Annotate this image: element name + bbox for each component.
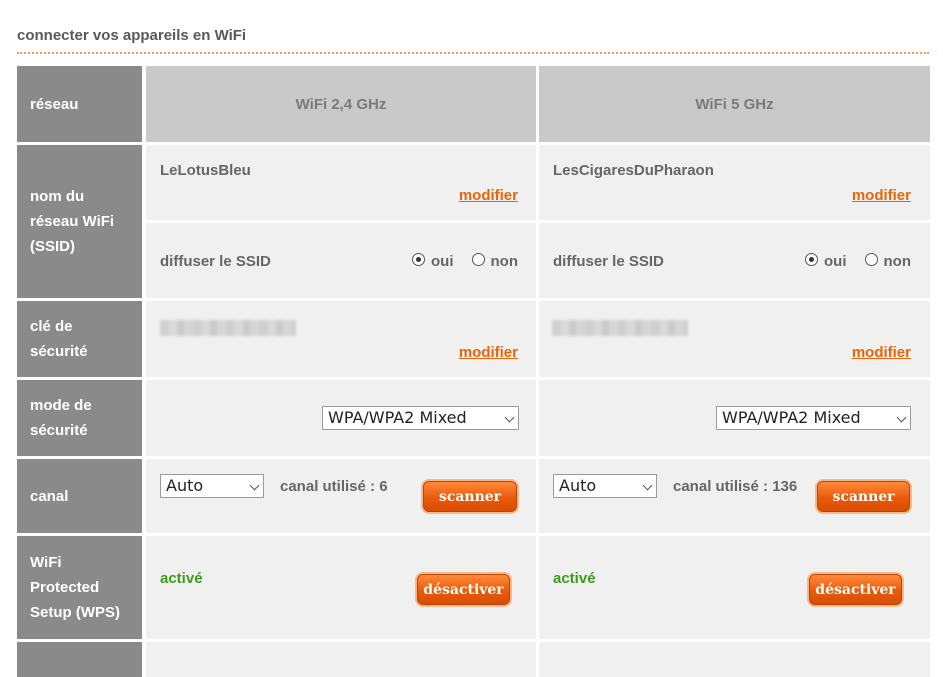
- channel-select[interactable]: Auto: [553, 474, 657, 498]
- row-header-ssid: nom du réseau WiFi (SSID): [17, 145, 142, 298]
- channel-select-value: Auto: [166, 476, 204, 495]
- broadcast-yes-label[interactable]: oui: [431, 253, 454, 270]
- channel-select[interactable]: Auto: [160, 474, 264, 498]
- broadcast-ssid-radio-group: oui non: [805, 253, 911, 270]
- channel-used-text: canal utilisé : 136: [673, 478, 798, 495]
- broadcast-ssid-radio-group: oui non: [412, 253, 518, 270]
- wps-deactivate-button[interactable]: désactiver: [417, 574, 510, 605]
- row-header-security-key: clé de sécurité: [17, 301, 142, 377]
- broadcast-ssid-label: diffuser le SSID: [160, 253, 271, 270]
- channel-cell-5ghz: Auto canal utilisé : 136 scanner: [539, 459, 930, 533]
- security-mode-select[interactable]: WPA/WPA2 Mixed: [322, 406, 519, 430]
- broadcast-yes-radio[interactable]: [805, 253, 818, 266]
- channel-select-value: Auto: [559, 476, 597, 495]
- column-header-2-4ghz: WiFi 2,4 GHz: [146, 66, 536, 142]
- broadcast-no-label[interactable]: non: [884, 253, 912, 270]
- broadcast-ssid-label: diffuser le SSID: [553, 253, 664, 270]
- ssid-name: LeLotusBleu: [160, 162, 251, 179]
- chevron-down-icon: [504, 412, 515, 423]
- security-mode-cell-5ghz: WPA/WPA2 Mixed: [539, 380, 930, 456]
- broadcast-ssid-cell-5ghz: diffuser le SSID oui non: [539, 223, 930, 298]
- row-header-channel: canal: [17, 459, 142, 533]
- broadcast-no-radio[interactable]: [471, 253, 485, 266]
- broadcast-ssid-cell-2-4ghz: diffuser le SSID oui non: [146, 223, 536, 298]
- modify-key-link[interactable]: modifier: [852, 344, 911, 361]
- scan-button[interactable]: scanner: [817, 481, 910, 512]
- chevron-down-icon: [249, 480, 260, 491]
- security-mode-cell-2-4ghz: WPA/WPA2 Mixed: [146, 380, 536, 456]
- wps-status: activé: [553, 570, 596, 587]
- security-mode-value: WPA/WPA2 Mixed: [328, 408, 467, 427]
- chevron-down-icon: [896, 412, 907, 423]
- chevron-down-icon: [642, 480, 653, 491]
- row-header-network: réseau: [17, 66, 142, 142]
- next-row-cell-2-4ghz: [146, 642, 536, 677]
- broadcast-no-label[interactable]: non: [491, 253, 519, 270]
- scan-button[interactable]: scanner: [423, 481, 517, 512]
- modify-ssid-link[interactable]: modifier: [852, 187, 911, 204]
- broadcast-no-radio[interactable]: [864, 253, 878, 266]
- wps-status: activé: [160, 570, 203, 587]
- wps-cell-2-4ghz: activé désactiver: [146, 536, 536, 639]
- security-key-cell-2-4ghz: modifier: [146, 301, 536, 377]
- security-key-hidden-value: [552, 320, 688, 336]
- broadcast-yes-radio[interactable]: [412, 253, 425, 266]
- wps-deactivate-button[interactable]: désactiver: [809, 574, 902, 605]
- modify-key-link[interactable]: modifier: [459, 344, 518, 361]
- column-header-5ghz: WiFi 5 GHz: [539, 66, 930, 142]
- row-header-security-mode: mode de sécurité: [17, 380, 142, 456]
- security-mode-value: WPA/WPA2 Mixed: [722, 408, 861, 427]
- modify-ssid-link[interactable]: modifier: [459, 187, 518, 204]
- page-title: connecter vos appareils en WiFi: [17, 27, 247, 44]
- row-header-next: [17, 642, 142, 677]
- security-key-cell-5ghz: modifier: [539, 301, 930, 377]
- channel-used-text: canal utilisé : 6: [280, 478, 388, 495]
- ssid-cell-5ghz: LesCigaresDuPharaon modifier: [539, 145, 930, 220]
- security-key-hidden-value: [160, 320, 296, 336]
- ssid-name: LesCigaresDuPharaon: [553, 162, 714, 179]
- channel-cell-2-4ghz: Auto canal utilisé : 6 scanner: [146, 459, 536, 533]
- title-divider: [17, 52, 929, 54]
- next-row-cell-5ghz: [539, 642, 930, 677]
- broadcast-yes-label[interactable]: oui: [824, 253, 847, 270]
- security-mode-select[interactable]: WPA/WPA2 Mixed: [716, 406, 911, 430]
- wps-cell-5ghz: activé désactiver: [539, 536, 930, 639]
- ssid-cell-2-4ghz: LeLotusBleu modifier: [146, 145, 536, 220]
- row-header-wps: WiFi Protected Setup (WPS): [17, 536, 142, 639]
